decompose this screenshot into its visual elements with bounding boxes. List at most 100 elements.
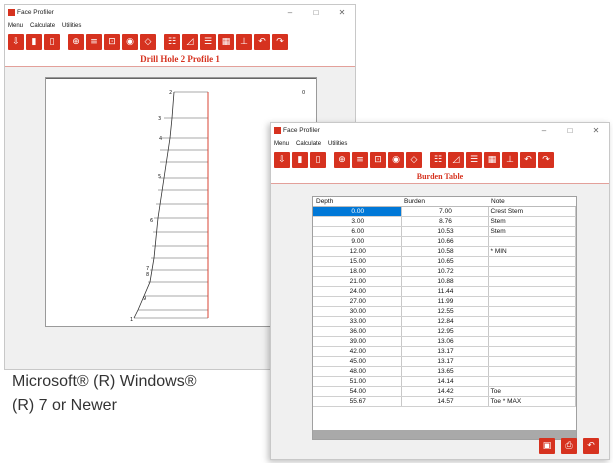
target-icon[interactable]: ⊡ [104, 34, 120, 50]
angle-icon[interactable]: ◿ [182, 34, 198, 50]
crosshair-icon[interactable]: ⊕ [68, 34, 84, 50]
depth-cell[interactable]: 6.00 [313, 226, 402, 237]
eye-icon[interactable]: ◉ [122, 34, 138, 50]
note-cell[interactable]: Stem [488, 216, 576, 227]
note-cell[interactable] [488, 346, 576, 357]
axis-icon[interactable]: ⊥ [236, 34, 252, 50]
table-row[interactable]: 36.00 12.95 [313, 326, 576, 337]
burden-cell[interactable]: 10.88 [401, 276, 489, 287]
note-cell[interactable] [488, 236, 576, 247]
close-button[interactable]: ✕ [583, 123, 609, 138]
table-row[interactable]: 42.00 13.17 [313, 346, 576, 357]
lines-icon[interactable]: ≡ [352, 152, 368, 168]
table-row[interactable]: 12.00 10.58 * MIN [313, 246, 576, 257]
maximize-button[interactable]: □ [557, 123, 583, 138]
table-row[interactable]: 51.00 14.14 [313, 376, 576, 387]
table-row[interactable]: 54.00 14.42 Toe [313, 386, 576, 397]
table-row[interactable]: 3.00 8.76 Stem [313, 216, 576, 227]
document-icon[interactable]: ▯ [310, 152, 326, 168]
diamond-icon[interactable]: ◇ [140, 34, 156, 50]
table-row[interactable]: 45.00 13.17 [313, 356, 576, 367]
menu-utilities[interactable]: Utilities [328, 141, 347, 147]
back-icon[interactable]: ↶ [583, 438, 599, 454]
target-icon[interactable]: ⊡ [370, 152, 386, 168]
delete-icon[interactable]: ▮ [292, 152, 308, 168]
burden-cell[interactable]: 14.14 [401, 376, 489, 387]
delete-icon[interactable]: ▮ [26, 34, 42, 50]
burden-cell[interactable]: 10.65 [401, 256, 489, 267]
save-icon[interactable]: ▣ [539, 438, 555, 454]
column-header-depth[interactable]: Depth [313, 197, 401, 207]
table-icon[interactable]: ☷ [430, 152, 446, 168]
note-cell[interactable]: Stem [488, 226, 576, 237]
burden-cell[interactable]: 13.06 [401, 336, 489, 347]
table-row[interactable]: 21.00 10.88 [313, 276, 576, 287]
maximize-button[interactable]: □ [303, 5, 329, 20]
depth-cell[interactable]: 15.00 [313, 256, 402, 267]
burden-cell[interactable]: 7.00 [401, 206, 489, 217]
burden-cell[interactable]: 10.66 [401, 236, 489, 247]
list-icon[interactable]: ☰ [466, 152, 482, 168]
depth-cell[interactable]: 33.00 [313, 316, 402, 327]
table-row[interactable]: 0.00 7.00 Crest Stem [313, 206, 576, 217]
depth-cell[interactable]: 36.00 [313, 326, 402, 337]
note-cell[interactable] [488, 336, 576, 347]
undo-icon[interactable]: ↶ [254, 34, 270, 50]
depth-cell[interactable]: 21.00 [313, 276, 402, 287]
depth-cell[interactable]: 9.00 [313, 236, 402, 247]
depth-cell[interactable]: 30.00 [313, 306, 402, 317]
note-cell[interactable] [488, 256, 576, 267]
burden-cell[interactable]: 14.42 [401, 386, 489, 397]
depth-cell[interactable]: 18.00 [313, 266, 402, 277]
table-row[interactable]: 9.00 10.66 [313, 236, 576, 247]
print-icon[interactable]: ⎙ [561, 438, 577, 454]
axis-icon[interactable]: ⊥ [502, 152, 518, 168]
depth-cell[interactable]: 45.00 [313, 356, 402, 367]
note-cell[interactable]: Toe * MAX [488, 396, 576, 407]
menu-menu[interactable]: Menu [274, 141, 289, 147]
menu-utilities[interactable]: Utilities [62, 23, 81, 29]
angle-icon[interactable]: ◿ [448, 152, 464, 168]
diamond-icon[interactable]: ◇ [406, 152, 422, 168]
burden-cell[interactable]: 14.57 [401, 396, 489, 407]
grid-icon[interactable]: ▦ [218, 34, 234, 50]
table-row[interactable]: 18.00 10.72 [313, 266, 576, 277]
table-row[interactable]: 15.00 10.65 [313, 256, 576, 267]
depth-cell[interactable]: 12.00 [313, 246, 402, 257]
menu-menu[interactable]: Menu [8, 23, 23, 29]
burden-cell[interactable]: 10.58 [401, 246, 489, 257]
depth-cell[interactable]: 27.00 [313, 296, 402, 307]
burden-cell[interactable]: 8.76 [401, 216, 489, 227]
menu-calculate[interactable]: Calculate [296, 141, 321, 147]
depth-cell[interactable]: 48.00 [313, 366, 402, 377]
grid-icon[interactable]: ▦ [484, 152, 500, 168]
table-row[interactable]: 48.00 13.65 [313, 366, 576, 377]
burden-cell[interactable]: 13.17 [401, 356, 489, 367]
table-row[interactable]: 33.00 12.84 [313, 316, 576, 327]
note-cell[interactable] [488, 296, 576, 307]
note-cell[interactable] [488, 276, 576, 287]
depth-cell[interactable]: 42.00 [313, 346, 402, 357]
column-header-note[interactable]: Note [488, 197, 576, 207]
depth-cell[interactable]: 0.00 [313, 206, 402, 217]
table-row[interactable]: 30.00 12.55 [313, 306, 576, 317]
menu-calculate[interactable]: Calculate [30, 23, 55, 29]
depth-cell[interactable]: 24.00 [313, 286, 402, 297]
depth-cell[interactable]: 51.00 [313, 376, 402, 387]
close-button[interactable]: ✕ [329, 5, 355, 20]
burden-cell[interactable]: 12.84 [401, 316, 489, 327]
note-cell[interactable] [488, 326, 576, 337]
burden-cell[interactable]: 13.65 [401, 366, 489, 377]
document-icon[interactable]: ▯ [44, 34, 60, 50]
depth-cell[interactable]: 54.00 [313, 386, 402, 397]
crosshair-icon[interactable]: ⊕ [334, 152, 350, 168]
table-icon[interactable]: ☷ [164, 34, 180, 50]
table-row[interactable]: 27.00 11.99 [313, 296, 576, 307]
burden-cell[interactable]: 12.55 [401, 306, 489, 317]
note-cell[interactable] [488, 356, 576, 367]
burden-cell[interactable]: 10.72 [401, 266, 489, 277]
export-icon[interactable]: ⇩ [8, 34, 24, 50]
note-cell[interactable] [488, 266, 576, 277]
eye-icon[interactable]: ◉ [388, 152, 404, 168]
note-cell[interactable] [488, 306, 576, 317]
